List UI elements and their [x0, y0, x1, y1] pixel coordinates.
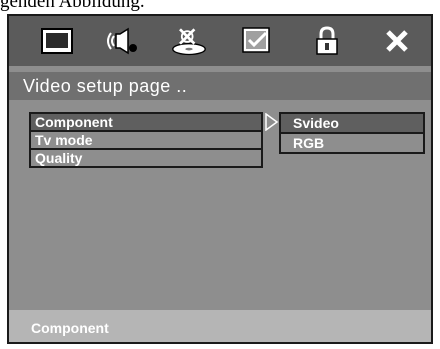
- page-title: Video setup page ..: [23, 76, 188, 96]
- title-bar: Video setup page ..: [9, 72, 431, 100]
- menu-item-component[interactable]: Component: [29, 112, 263, 132]
- page-caption: genden Abbildung.: [0, 0, 145, 11]
- menu-item-tv-mode[interactable]: Tv mode: [29, 130, 263, 150]
- setup-menu: Component Tv mode Quality: [29, 112, 263, 180]
- osd-screen: Video setup page .. Component Tv mode Qu…: [7, 14, 433, 344]
- submenu-item-rgb[interactable]: RGB: [279, 132, 425, 154]
- submenu-item-svideo[interactable]: Svideo: [279, 112, 425, 134]
- submenu-arrow-icon: [265, 112, 279, 136]
- speaker-icon[interactable]: [105, 25, 141, 57]
- icon-bar: [9, 16, 431, 66]
- checkbox-icon[interactable]: [239, 25, 275, 57]
- lock-icon[interactable]: [309, 25, 345, 57]
- menu-item-quality[interactable]: Quality: [29, 148, 263, 168]
- status-text: Component: [31, 320, 109, 336]
- status-bar: Component: [9, 310, 431, 342]
- close-icon[interactable]: [379, 25, 415, 57]
- tv-screen-icon[interactable]: [39, 25, 75, 57]
- submenu: Svideo RGB: [279, 112, 425, 156]
- disc-settings-icon[interactable]: [171, 25, 207, 57]
